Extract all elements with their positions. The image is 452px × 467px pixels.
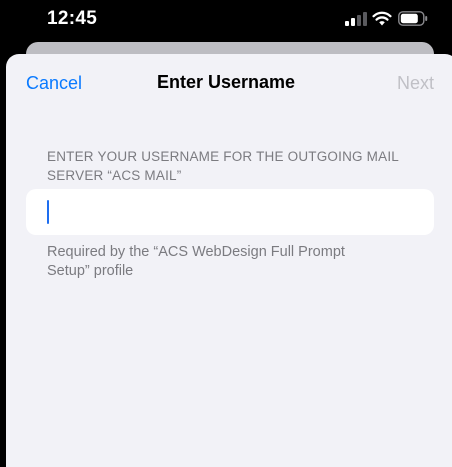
- screen: 12:45 Cancel Enter Username Next ENTER Y…: [0, 0, 452, 467]
- battery-icon: [398, 11, 428, 26]
- modal-sheet: Cancel Enter Username Next ENTER YOUR US…: [6, 54, 452, 467]
- cellular-signal-icon: [345, 12, 367, 26]
- page-title: Enter Username: [156, 72, 296, 92]
- username-field-container[interactable]: [26, 189, 434, 235]
- username-input[interactable]: [26, 189, 434, 235]
- next-button[interactable]: Next: [397, 73, 434, 94]
- section-header: ENTER YOUR USERNAME FOR THE OUTGOING MAI…: [47, 149, 399, 183]
- wifi-icon: [372, 11, 392, 26]
- text-caret: [47, 200, 49, 224]
- status-bar: 12:45: [0, 0, 452, 40]
- status-time: 12:45: [47, 8, 98, 29]
- footer-note: Required by the “ACS WebDesign Full Prom…: [47, 244, 345, 279]
